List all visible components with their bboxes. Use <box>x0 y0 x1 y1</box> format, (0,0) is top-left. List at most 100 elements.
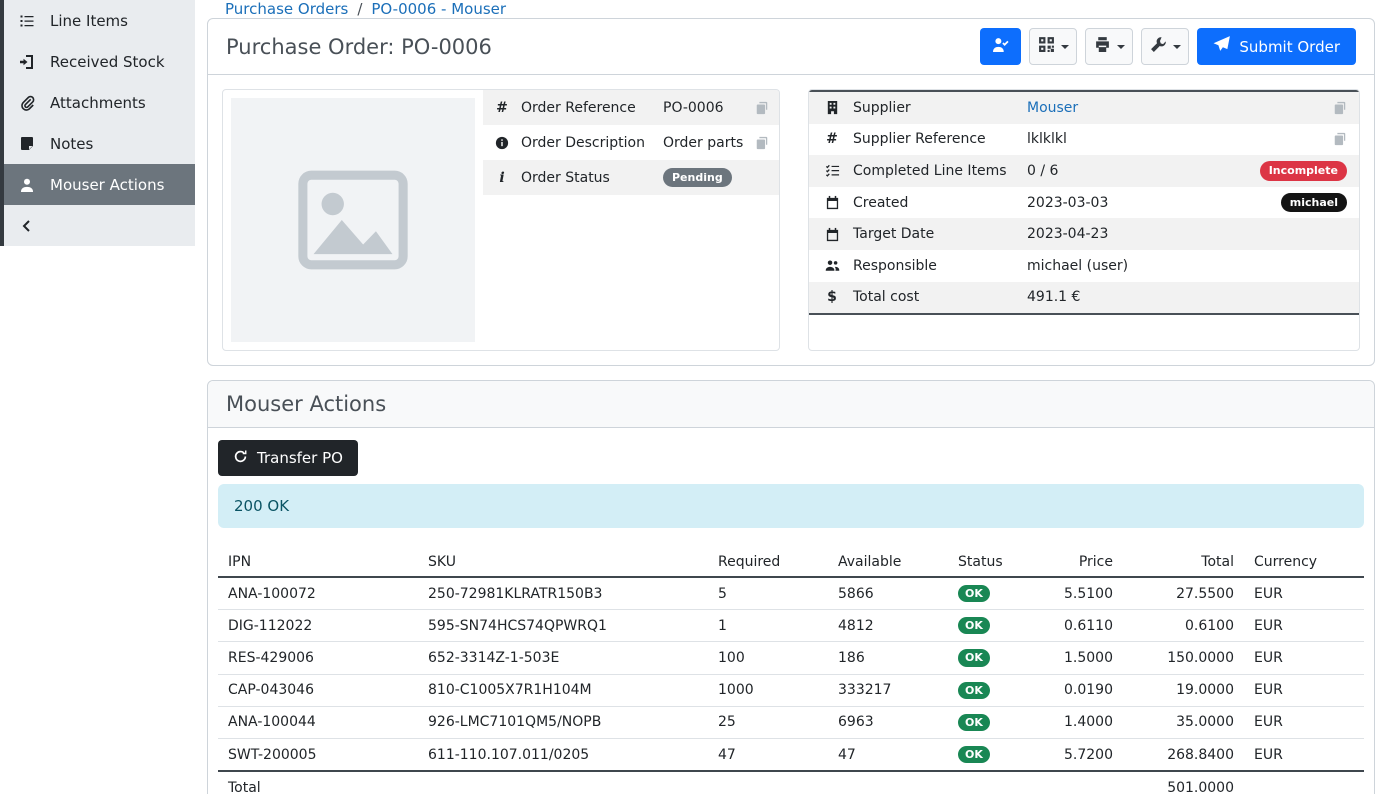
page-title: Purchase Order: PO-0006 <box>226 35 492 59</box>
order-info-row: # Order Reference PO-0006 Order Descript… <box>208 75 1374 365</box>
info-circle-icon <box>493 136 511 150</box>
header-required: Required <box>708 548 828 577</box>
supplier-link[interactable]: Mouser <box>1027 100 1078 116</box>
sku-cell: 810-C1005X7R1H104M <box>418 674 708 706</box>
copy-icon[interactable] <box>755 136 769 150</box>
available-cell: 333217 <box>828 674 948 706</box>
ipn-cell: ANA-100072 <box>218 577 418 610</box>
price-cell: 0.6110 <box>1038 610 1123 642</box>
price-cell: 5.7200 <box>1038 738 1123 771</box>
detail-value: lklklkl <box>1027 131 1265 147</box>
list-icon <box>18 12 36 30</box>
footer-total-label: Total <box>218 771 418 794</box>
table-row: ANA-100072 250-72981KLRATR150B3 5 5866 O… <box>218 577 1364 610</box>
send-icon <box>1213 36 1230 57</box>
submit-order-button[interactable]: Submit Order <box>1197 28 1356 65</box>
table-row: ANA-100044 926-LMC7101QM5/NOPB 25 6963 O… <box>218 706 1364 738</box>
barcode-menu-button[interactable] <box>1029 28 1077 65</box>
header-status: Status <box>948 548 1038 577</box>
status-badge: Pending <box>663 168 732 187</box>
printer-icon <box>1094 36 1111 57</box>
sidebar-collapse-button[interactable] <box>4 205 195 246</box>
refresh-icon <box>233 449 248 468</box>
required-cell: 1 <box>708 610 828 642</box>
currency-cell: EUR <box>1244 706 1364 738</box>
table-row: DIG-112022 595-SN74HCS74QPWRQ1 1 4812 OK… <box>218 610 1364 642</box>
ok-badge: OK <box>958 682 990 699</box>
header-total: Total <box>1123 548 1244 577</box>
status-cell: OK <box>948 738 1038 771</box>
total-cell: 268.8400 <box>1123 738 1244 771</box>
detail-row-total-cost: $ Total cost 491.1 € <box>809 282 1359 314</box>
sku-cell: 926-LMC7101QM5/NOPB <box>418 706 708 738</box>
transfer-po-label: Transfer PO <box>257 449 343 467</box>
sidebar-item-received-stock[interactable]: Received Stock <box>4 41 195 82</box>
available-cell: 186 <box>828 642 948 674</box>
purchase-order-panel: Purchase Order: PO-0006 <box>207 18 1375 366</box>
order-roles-button[interactable] <box>980 28 1021 65</box>
sidebar-item-notes[interactable]: Notes <box>4 123 195 164</box>
status-cell: OK <box>948 642 1038 674</box>
detail-row-responsible: Responsible michael (user) <box>809 250 1359 282</box>
order-actions-menu-button[interactable] <box>1141 28 1189 65</box>
image-placeholder-icon <box>289 156 417 284</box>
breadcrumb-separator: / <box>357 0 362 18</box>
required-cell: 25 <box>708 706 828 738</box>
sidebar-item-line-items[interactable]: Line Items <box>4 0 195 41</box>
mouser-actions-panel: Mouser Actions Transfer PO 200 OK IPN SK <box>207 380 1375 794</box>
main-content: Purchase Orders / PO-0006 - Mouser Purch… <box>195 0 1383 794</box>
mouser-actions-panel-header: Mouser Actions <box>208 381 1374 428</box>
breadcrumb-link-current[interactable]: PO-0006 - Mouser <box>371 0 506 18</box>
detail-label: Order Status <box>521 170 653 186</box>
detail-row-supplier-reference: # Supplier Reference lklklkl <box>809 124 1359 156</box>
required-cell: 100 <box>708 642 828 674</box>
order-image-wrap <box>223 90 483 350</box>
breadcrumb-link-purchase-orders[interactable]: Purchase Orders <box>225 0 348 18</box>
list-check-icon <box>821 163 843 178</box>
sidebar-item-label: Line Items <box>50 12 128 30</box>
status-cell: OK <box>948 674 1038 706</box>
order-details-table: # Order Reference PO-0006 Order Descript… <box>483 90 779 195</box>
currency-cell: EUR <box>1244 674 1364 706</box>
detail-row-order-reference: # Order Reference PO-0006 <box>483 90 779 125</box>
total-cell: 35.0000 <box>1123 706 1244 738</box>
breadcrumb: Purchase Orders / PO-0006 - Mouser <box>207 0 1375 18</box>
detail-label: Order Description <box>521 135 653 151</box>
users-icon <box>821 258 843 273</box>
order-image-placeholder[interactable] <box>231 98 475 342</box>
sidebar-item-attachments[interactable]: Attachments <box>4 82 195 123</box>
transfer-po-button[interactable]: Transfer PO <box>218 440 358 476</box>
copy-icon[interactable] <box>1333 101 1347 115</box>
chevron-left-icon <box>18 217 36 235</box>
detail-value: michael (user) <box>1027 258 1265 274</box>
header-actions: Submit Order <box>980 28 1356 65</box>
price-cell: 0.0190 <box>1038 674 1123 706</box>
hash-icon: # <box>821 131 843 147</box>
detail-label: Supplier <box>853 100 1017 116</box>
detail-label: Supplier Reference <box>853 131 1017 147</box>
sidebar-item-mouser-actions[interactable]: Mouser Actions <box>4 164 195 205</box>
available-cell: 6963 <box>828 706 948 738</box>
ipn-cell: DIG-112022 <box>218 610 418 642</box>
detail-value: 2023-04-23 <box>1027 226 1265 242</box>
copy-icon[interactable] <box>755 101 769 115</box>
calendar-icon <box>821 195 843 210</box>
copy-icon[interactable] <box>1333 132 1347 146</box>
detail-value: 491.1 € <box>1027 289 1265 305</box>
sign-in-icon <box>18 53 36 71</box>
paperclip-icon <box>18 94 36 112</box>
response-alert: 200 OK <box>218 484 1364 528</box>
supplier-details-card: Supplier Mouser # Supplier Reference <box>808 89 1360 351</box>
note-icon <box>18 135 36 153</box>
status-cell: OK <box>948 706 1038 738</box>
print-menu-button[interactable] <box>1085 28 1133 65</box>
header-sku: SKU <box>418 548 708 577</box>
header-available: Available <box>828 548 948 577</box>
currency-cell: EUR <box>1244 610 1364 642</box>
detail-value: Order parts <box>663 135 745 151</box>
user-icon <box>18 176 36 194</box>
sidebar-item-label: Received Stock <box>50 53 165 71</box>
mouser-actions-table: IPN SKU Required Available Status Price … <box>218 548 1364 794</box>
status-cell: OK <box>948 577 1038 610</box>
header-currency: Currency <box>1244 548 1364 577</box>
